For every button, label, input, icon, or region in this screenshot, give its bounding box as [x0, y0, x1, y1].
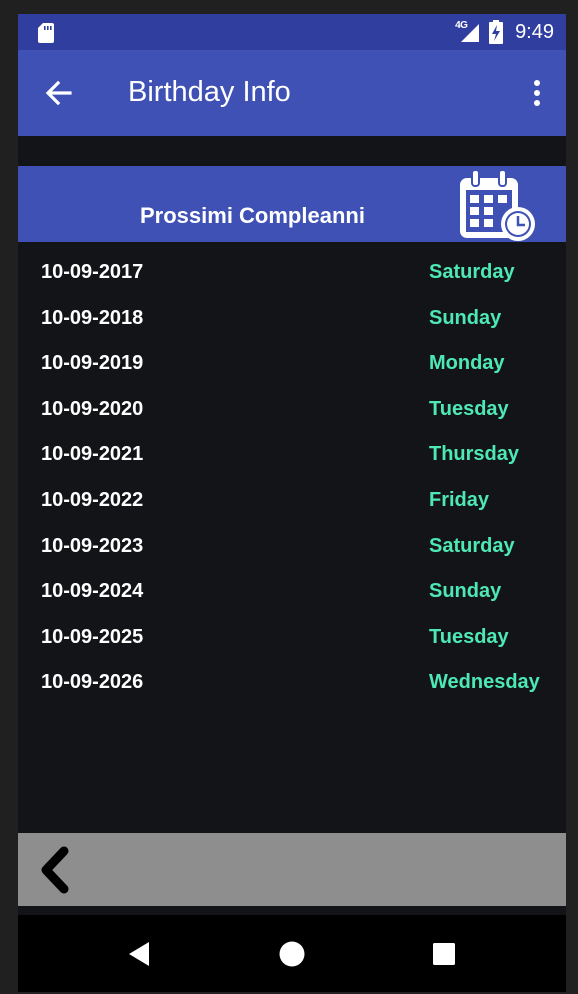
system-navigation-bar — [18, 915, 566, 992]
list-item: 10-09-2020 Tuesday — [18, 387, 566, 433]
birthday-date: 10-09-2024 — [41, 580, 144, 603]
list-item: 10-09-2019 Monday — [18, 341, 566, 387]
birthday-weekday: Sunday — [429, 580, 502, 603]
birthday-weekday: Saturday — [429, 261, 515, 283]
network-indicator: 4G — [455, 20, 481, 44]
birthday-weekday: Saturday — [429, 534, 515, 557]
list-item: 10-09-2025 Tuesday — [18, 615, 566, 661]
list-item: 10-09-2017 Saturday — [18, 250, 566, 296]
birthday-date: 10-09-2022 — [41, 488, 144, 511]
page-title: Birthday Info — [128, 76, 291, 108]
list-item: 10-09-2024 Sunday — [18, 569, 566, 615]
birthday-date: 10-09-2020 — [41, 397, 144, 420]
back-arrow-icon[interactable] — [40, 75, 80, 111]
status-bar: 4G 9:49 — [18, 14, 566, 50]
list-item: 10-09-2023 Saturday — [18, 524, 566, 570]
battery-charging-icon — [489, 20, 504, 44]
status-bar-right: 4G 9:49 — [455, 14, 554, 50]
nav-recents-icon[interactable] — [429, 939, 459, 969]
birthday-date: 10-09-2026 — [41, 671, 144, 694]
sd-card-icon — [38, 23, 54, 43]
nav-home-icon[interactable] — [277, 939, 307, 969]
birthday-date: 10-09-2018 — [41, 306, 144, 329]
birthday-weekday: Friday — [429, 488, 490, 511]
birthday-weekday: Tuesday — [429, 397, 509, 420]
nav-back-icon[interactable] — [125, 939, 155, 969]
birthday-weekday: Thursday — [429, 443, 520, 466]
list-item: 10-09-2026 Wednesday — [18, 660, 566, 706]
birthday-list: 10-09-2017 Saturday 10-09-2018 Sunday 10… — [18, 250, 566, 706]
app-bar: Birthday Info — [18, 50, 566, 136]
more-vert-icon[interactable] — [526, 77, 548, 109]
birthday-date: 10-09-2023 — [41, 534, 144, 557]
birthday-weekday: Tuesday — [429, 625, 509, 648]
list-item: 10-09-2021 Thursday — [18, 432, 566, 478]
upcoming-birthdays-header: Prossimi Compleanni — [18, 166, 566, 242]
birthday-weekday: Wednesday — [429, 671, 540, 694]
birthday-date: 10-09-2019 — [41, 352, 144, 375]
birthday-weekday: Sunday — [429, 306, 502, 329]
bottom-toolbar — [18, 833, 566, 906]
calendar-clock-icon — [460, 169, 535, 241]
app-screen: 4G 9:49 Birthday Info Prossimi Compleann… — [18, 14, 566, 992]
section-title: Prossimi Compleanni — [140, 203, 365, 228]
signal-icon — [461, 24, 480, 42]
birthday-date: 10-09-2021 — [41, 443, 144, 466]
list-item: 10-09-2022 Friday — [18, 478, 566, 524]
list-item: 10-09-2018 Sunday — [18, 296, 566, 342]
birthday-weekday: Monday — [429, 352, 505, 375]
chevron-left-icon[interactable] — [36, 845, 76, 895]
status-time: 9:49 — [515, 20, 554, 43]
birthday-date: 10-09-2017 — [41, 261, 144, 283]
birthday-date: 10-09-2025 — [41, 625, 144, 648]
